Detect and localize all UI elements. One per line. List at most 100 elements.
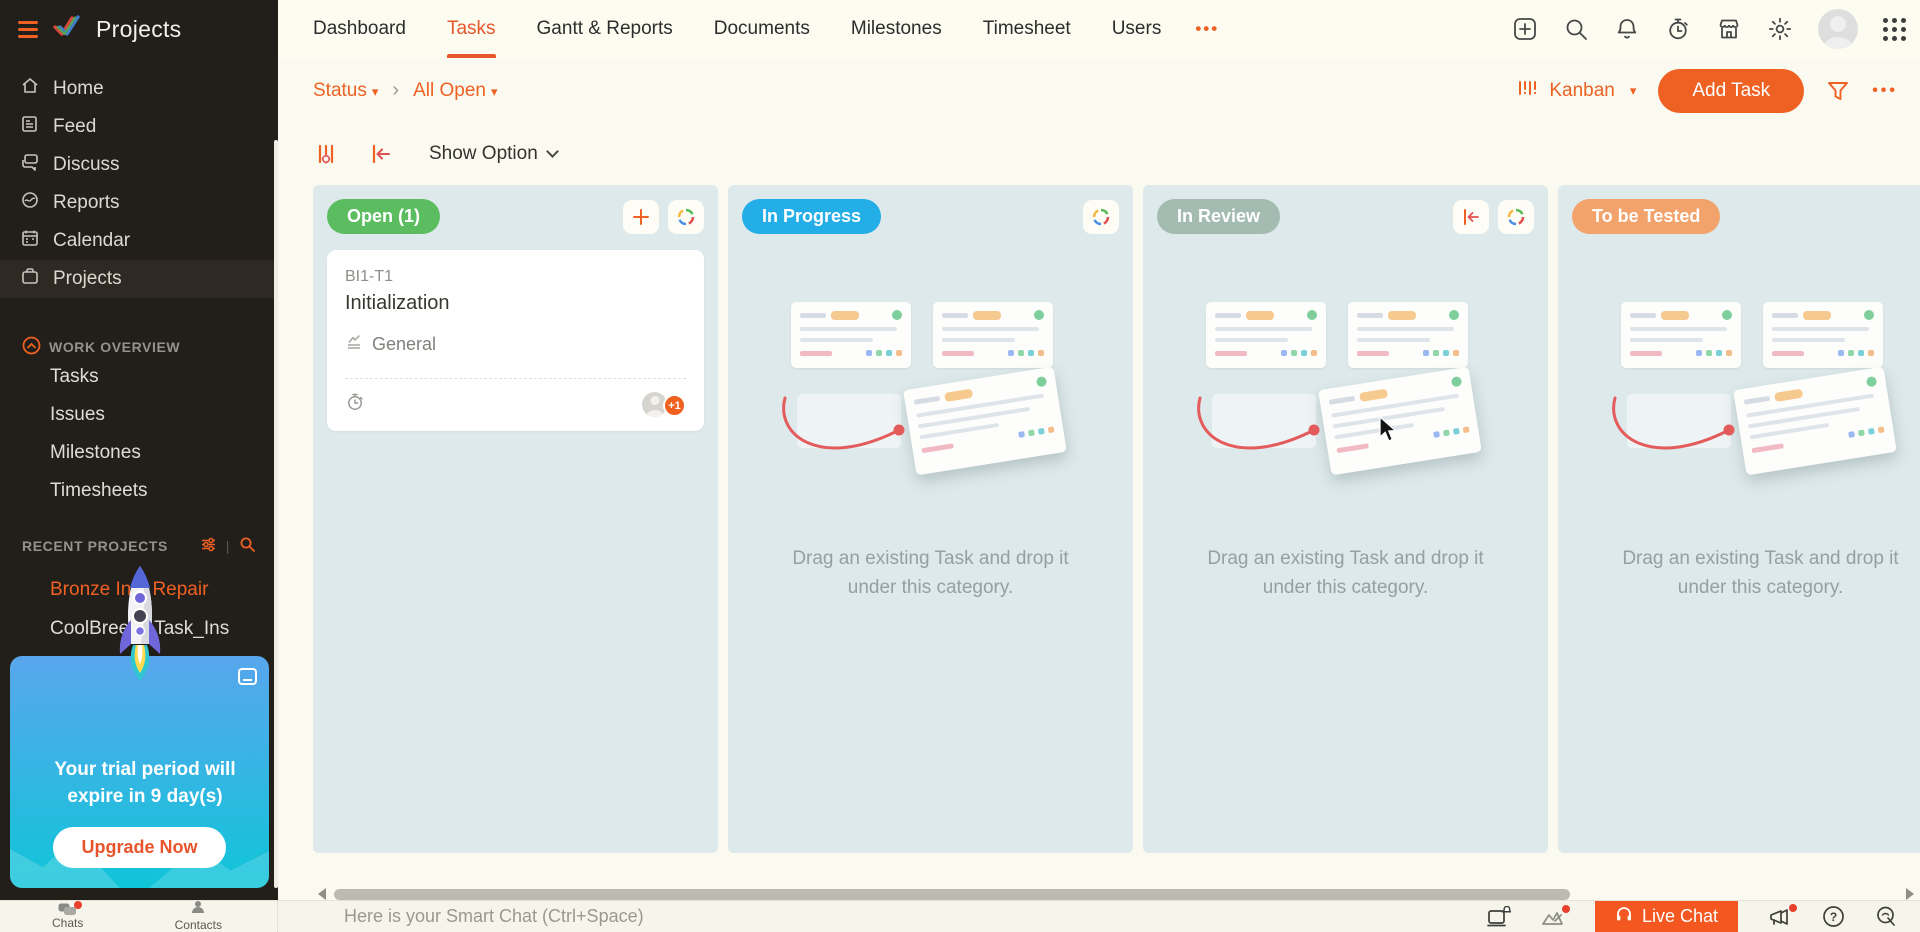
chats-dock-item[interactable]: Chats: [52, 903, 83, 930]
task-card-initialization[interactable]: BI1-T1 Initialization General +1: [327, 250, 704, 431]
refresh-column-icon[interactable]: [668, 200, 704, 234]
more-tabs-icon[interactable]: •••: [1195, 19, 1219, 39]
sidebar-item-tasks[interactable]: Tasks: [0, 358, 278, 396]
kanban-column-in-review: In Review: [1143, 185, 1548, 853]
sidebar-menu: Home Feed Discuss Reports Calendar: [0, 58, 278, 298]
drag-placeholder-text: Drag an existing Task and drop it under …: [1186, 544, 1506, 603]
apps-grid-icon[interactable]: [1883, 18, 1906, 41]
smart-chat-bar: [278, 901, 1487, 932]
divider: |: [226, 538, 230, 554]
drag-drop-illustration: [1621, 294, 1901, 474]
sidebar-item-projects[interactable]: Projects: [0, 260, 278, 298]
settings-icon[interactable]: [1767, 16, 1793, 42]
chevron-down-icon: [546, 145, 559, 158]
more-options-icon[interactable]: •••: [1872, 82, 1898, 100]
sidebar-item-home[interactable]: Home: [0, 70, 278, 108]
show-option-dropdown[interactable]: Show Option: [429, 143, 557, 165]
log-time-icon[interactable]: [345, 392, 365, 417]
discuss-icon: [20, 152, 40, 178]
trial-message: Your trial period will expire in 9 day(s…: [30, 756, 260, 811]
tab-users[interactable]: Users: [1112, 0, 1162, 58]
sidebar-item-discuss[interactable]: Discuss: [0, 146, 278, 184]
tab-tasks[interactable]: Tasks: [447, 0, 496, 58]
collapse-section-icon[interactable]: [22, 336, 41, 358]
project-filter-icon[interactable]: [200, 536, 217, 556]
board-horizontal-scrollbar: [278, 853, 1920, 902]
tab-dashboard[interactable]: Dashboard: [313, 0, 406, 58]
divider: [345, 378, 686, 379]
kanban-column-to-be-tested: To be Tested: [1558, 185, 1920, 853]
milestone-icon: [345, 333, 363, 356]
sidebar-item-label: Reports: [53, 192, 120, 214]
minimize-banner-icon[interactable]: [238, 668, 257, 685]
add-task-button[interactable]: Add Task: [1658, 69, 1804, 113]
board-settings-icon[interactable]: [315, 142, 339, 166]
column-status-pill: In Review: [1157, 199, 1280, 234]
tab-milestones[interactable]: Milestones: [851, 0, 942, 58]
add-task-in-column-button[interactable]: [623, 200, 659, 234]
filter-icon[interactable]: [1826, 80, 1850, 102]
sidebar-item-issues[interactable]: Issues: [0, 396, 278, 434]
kanban-board: Open (1) BI1-T1 Initialization General: [278, 185, 1920, 853]
sidebar-item-reports[interactable]: Reports: [0, 184, 278, 222]
marketplace-icon[interactable]: [1716, 16, 1742, 42]
column-status-pill: Open (1): [327, 199, 440, 234]
sidebar-item-label: Home: [53, 78, 104, 100]
sidebar-scrollbar[interactable]: [274, 140, 278, 888]
trial-banner: Your trial period will expire in 9 day(s…: [10, 656, 269, 888]
smart-chat-input[interactable]: [344, 906, 944, 927]
add-new-icon[interactable]: [1512, 16, 1538, 42]
all-open-dropdown[interactable]: All Open▾: [413, 80, 497, 102]
reports-icon: [20, 190, 40, 216]
announcements-icon[interactable]: [1768, 906, 1792, 928]
contacts-dock-item[interactable]: Contacts: [175, 900, 222, 932]
unread-badge: [74, 901, 82, 909]
top-navigation: Dashboard Tasks Gantt & Reports Document…: [278, 0, 1920, 58]
upgrade-now-button[interactable]: Upgrade Now: [53, 827, 225, 868]
notification-badge: [1562, 905, 1570, 913]
scroll-left-arrow[interactable]: [318, 888, 326, 900]
hamburger-menu-icon[interactable]: [18, 21, 38, 38]
view-picker-kanban[interactable]: Kanban ▾: [1517, 78, 1636, 104]
work-overview-section: WORK OVERVIEW Tasks Issues Milestones Ti…: [0, 336, 278, 510]
status-dropdown[interactable]: Status▾: [313, 80, 378, 102]
app-window: Projects Home Feed Discuss Reports: [0, 0, 1920, 932]
column-status-pill: To be Tested: [1572, 199, 1720, 234]
scroll-right-arrow[interactable]: [1906, 888, 1914, 900]
home-icon: [20, 76, 40, 102]
rocket-illustration: [108, 564, 172, 687]
project-search-icon[interactable]: [239, 536, 256, 556]
work-overview-header[interactable]: WORK OVERVIEW: [0, 336, 278, 358]
sidebar-item-label: Feed: [53, 116, 96, 138]
sidebar-item-label: Projects: [53, 268, 122, 290]
scrollbar-thumb[interactable]: [334, 889, 1570, 900]
sidebar-item-timesheets[interactable]: Timesheets: [0, 472, 278, 510]
notifications-icon[interactable]: [1614, 16, 1640, 42]
sidebar-item-calendar[interactable]: Calendar: [0, 222, 278, 260]
collapse-all-icon[interactable]: [369, 143, 393, 165]
help-icon[interactable]: ?: [1822, 905, 1845, 928]
refresh-column-icon[interactable]: [1498, 200, 1534, 234]
scrollbar-track[interactable]: [334, 889, 1898, 900]
sidebar-item-label: Calendar: [53, 230, 130, 252]
tab-documents[interactable]: Documents: [714, 0, 810, 58]
assignee-group[interactable]: +1: [642, 390, 686, 418]
breadcrumb-separator: ›: [392, 79, 399, 102]
calendar-icon: [20, 228, 40, 254]
sidebar-item-milestones[interactable]: Milestones: [0, 434, 278, 472]
refresh-column-icon[interactable]: [1083, 200, 1119, 234]
collapse-column-icon[interactable]: [1453, 200, 1489, 234]
avatar[interactable]: [1818, 9, 1858, 49]
zia-search-icon[interactable]: [1875, 905, 1898, 928]
sidebar-item-feed[interactable]: Feed: [0, 108, 278, 146]
tab-timesheet[interactable]: Timesheet: [983, 0, 1071, 58]
chats-icon: [58, 903, 77, 917]
live-chat-button[interactable]: Live Chat: [1595, 901, 1738, 932]
notification-badge: [1789, 904, 1797, 912]
desktop-alert-icon[interactable]: [1487, 906, 1511, 928]
search-icon[interactable]: [1563, 16, 1589, 42]
timer-icon[interactable]: [1665, 16, 1691, 42]
tab-gantt-reports[interactable]: Gantt & Reports: [537, 0, 673, 58]
sketch-icon[interactable]: [1541, 907, 1565, 927]
sidebar-item-label: Discuss: [53, 154, 120, 176]
